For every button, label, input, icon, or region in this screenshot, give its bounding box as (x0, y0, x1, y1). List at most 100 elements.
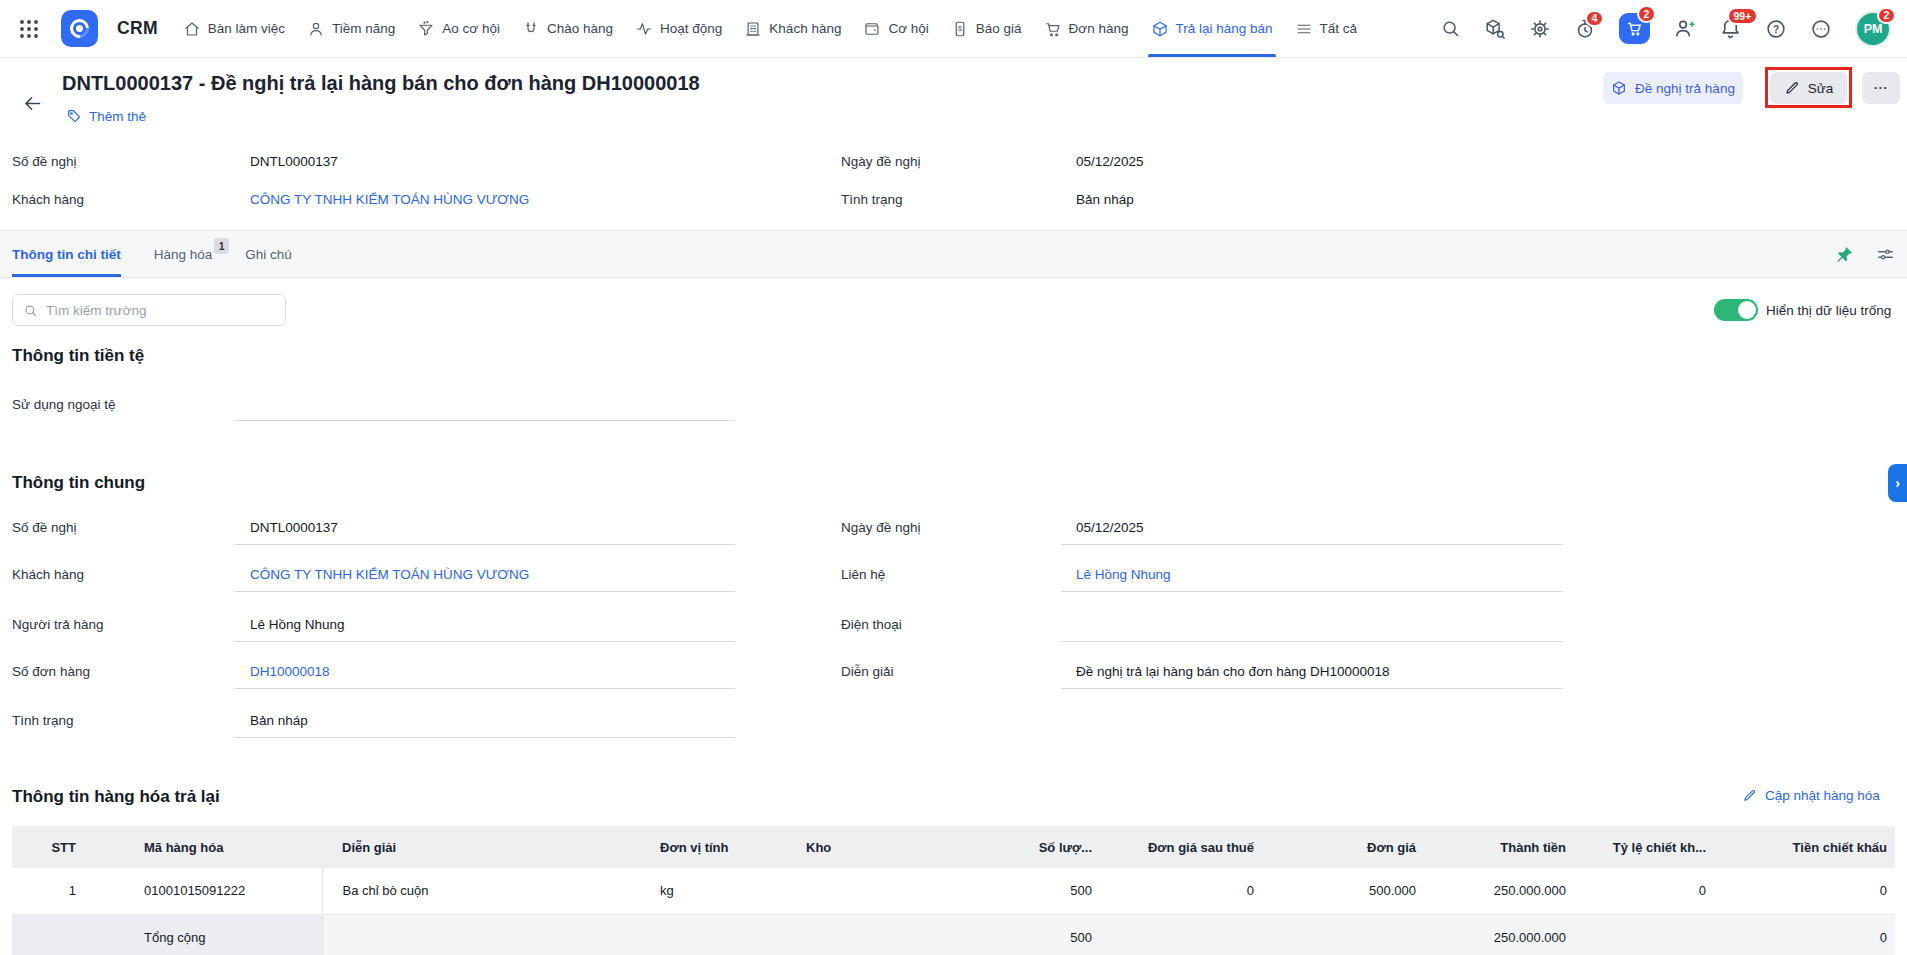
nav-item-don-hang[interactable]: Đơn hàng (1033, 0, 1140, 57)
nav-right-icons: 4 2 99+ ? PM 2 (1440, 11, 1891, 47)
home-icon (183, 20, 201, 38)
col-tien-chiet-khau: Tiền chiết khấu (1712, 826, 1895, 868)
tab-ghi-chu[interactable]: Ghi chú (245, 231, 292, 277)
col-don-gia: Đơn giá (1262, 826, 1422, 868)
col-so-luong: Số lượ... (952, 826, 1102, 868)
more-actions-button[interactable]: ... (1862, 72, 1900, 104)
field-underline (1061, 641, 1562, 642)
field-underline (1061, 688, 1562, 689)
bell-badge: 99+ (1727, 7, 1758, 25)
field-label: Ngày đề nghị (841, 153, 921, 170)
bell-icon[interactable]: 99+ (1719, 17, 1742, 40)
field-value: DNTL0000137 (250, 153, 338, 170)
add-user-icon[interactable] (1673, 17, 1696, 40)
back-arrow-icon (22, 93, 43, 114)
show-empty-toggle[interactable] (1714, 299, 1758, 321)
col-don-vi-tinh: Đơn vị tính (652, 826, 782, 868)
sliders-icon[interactable] (1876, 245, 1895, 264)
tab-badge: 1 (214, 238, 229, 254)
order-link[interactable]: DH10000018 (250, 663, 330, 680)
building-icon (744, 20, 762, 38)
field-label: Liên hệ (841, 566, 885, 583)
tab-hang-hoa[interactable]: Hàng hóa 1 (154, 231, 229, 277)
search-icon[interactable] (1440, 18, 1461, 39)
field-underline (1061, 544, 1562, 545)
nav-item-khach-hang[interactable]: Khách hàng (733, 0, 852, 57)
pin-icon[interactable] (1835, 245, 1854, 264)
product-search-icon[interactable] (1484, 18, 1506, 40)
field-label: Khách hàng (12, 191, 84, 208)
nav-item-tiem-nang[interactable]: Tiềm năng (296, 0, 406, 57)
return-request-button[interactable]: Đề nghị trả hàng (1603, 72, 1743, 104)
contact-link[interactable]: Lê Hồng Nhung (1076, 566, 1171, 583)
field-label: Điện thoại (841, 616, 902, 633)
col-stt: STT (12, 826, 82, 868)
timer-badge: 4 (1585, 10, 1604, 28)
cart-app-icon[interactable]: 2 (1619, 13, 1650, 44)
pencil-icon (1742, 788, 1757, 803)
field-underline (234, 420, 735, 421)
col-thanh-tien: Thành tiền (1422, 826, 1572, 868)
timer-icon[interactable]: 4 (1574, 18, 1596, 40)
app-grid-icon[interactable] (18, 18, 40, 40)
nav-item-chao-hang[interactable]: Chào hàng (511, 0, 624, 57)
field-search (12, 294, 286, 326)
field-underline (234, 641, 735, 642)
help-icon[interactable]: ? (1765, 18, 1787, 40)
field-label: Số đề nghị (12, 153, 77, 170)
col-dien-giai: Diễn giải (322, 826, 652, 868)
add-tag-link[interactable]: Thêm thẻ (66, 108, 146, 124)
product-name: CRM (117, 18, 158, 39)
field-label: Số đề nghị (12, 519, 77, 536)
table-header-row: STT Mã hàng hóa Diễn giải Đơn vị tính Kh… (12, 826, 1895, 868)
field-value: 05/12/2025 (1076, 153, 1144, 170)
nav-item-tat-ca[interactable]: Tất cả (1284, 0, 1369, 57)
pencil-icon (1784, 80, 1800, 96)
table-row[interactable]: 1 01001015091222 Ba chỉ bò cuộn kg 500 0… (12, 868, 1895, 914)
cart-badge: 2 (1637, 5, 1656, 23)
crm-logo-icon[interactable] (61, 10, 98, 47)
expand-panel-chevron[interactable]: › (1888, 464, 1907, 502)
return-box-icon (1151, 20, 1169, 38)
nav-item-ao-co-hoi[interactable]: Ao cơ hội (406, 0, 511, 57)
wallet-icon (863, 20, 881, 38)
col-ty-le-chiet-khau: Tỷ lệ chiết kh... (1572, 826, 1712, 868)
field-label: Người trả hàng (12, 616, 103, 633)
field-underline (234, 688, 735, 689)
field-underline (1061, 591, 1562, 592)
tab-bar: Thông tin chi tiết Hàng hóa 1 Ghi chú (0, 230, 1907, 278)
nav-item-ban-lam-viec[interactable]: Bàn làm việc (172, 0, 296, 57)
back-button[interactable] (22, 93, 43, 114)
table-total-row: Tổng cộng 500 250.000.000 0 (12, 914, 1895, 955)
search-icon (23, 303, 38, 318)
update-items-link[interactable]: Cập nhật hàng hóa (1742, 788, 1880, 803)
nav-item-hoat-dong[interactable]: Hoạt động (624, 0, 733, 57)
field-value: DNTL0000137 (250, 519, 338, 536)
more-circle-icon[interactable] (1810, 18, 1832, 40)
section-title-currency: Thông tin tiền tệ (12, 346, 144, 366)
field-label: Khách hàng (12, 566, 84, 583)
field-underline (234, 737, 735, 738)
avatar[interactable]: PM 2 (1855, 11, 1891, 47)
field-value: Lê Hồng Nhung (250, 616, 345, 633)
tag-icon (66, 108, 82, 124)
gear-icon[interactable] (1529, 18, 1551, 40)
section-title-items: Thông tin hàng hóa trả lại (12, 787, 220, 807)
customer-link[interactable]: CÔNG TY TNHH KIỂM TOÁN HÙNG VƯƠNG (250, 191, 529, 208)
edit-button[interactable]: Sửa (1770, 72, 1847, 104)
nav-item-co-hoi[interactable]: Cơ hội (852, 0, 939, 57)
cart-icon (1044, 20, 1062, 38)
field-value: Bản nháp (1076, 191, 1134, 208)
field-value: Đề nghị trả lại hàng bán cho đơn hàng DH… (1076, 663, 1390, 680)
magnet-icon (522, 20, 540, 38)
field-value: 05/12/2025 (1076, 519, 1144, 536)
menu-icon (1295, 20, 1313, 38)
field-search-input[interactable] (46, 303, 275, 318)
field-value: Bản nháp (250, 712, 308, 729)
customer-link[interactable]: CÔNG TY TNHH KIỂM TOÁN HÙNG VƯƠNG (250, 566, 529, 583)
field-label: Tình trạng (841, 191, 903, 208)
nav-item-tra-lai-hang-ban[interactable]: Trả lại hàng bán (1140, 0, 1284, 57)
field-underline (234, 591, 735, 592)
nav-item-bao-gia[interactable]: $ Báo giá (940, 0, 1033, 57)
tab-thong-tin-chi-tiet[interactable]: Thông tin chi tiết (12, 231, 121, 277)
